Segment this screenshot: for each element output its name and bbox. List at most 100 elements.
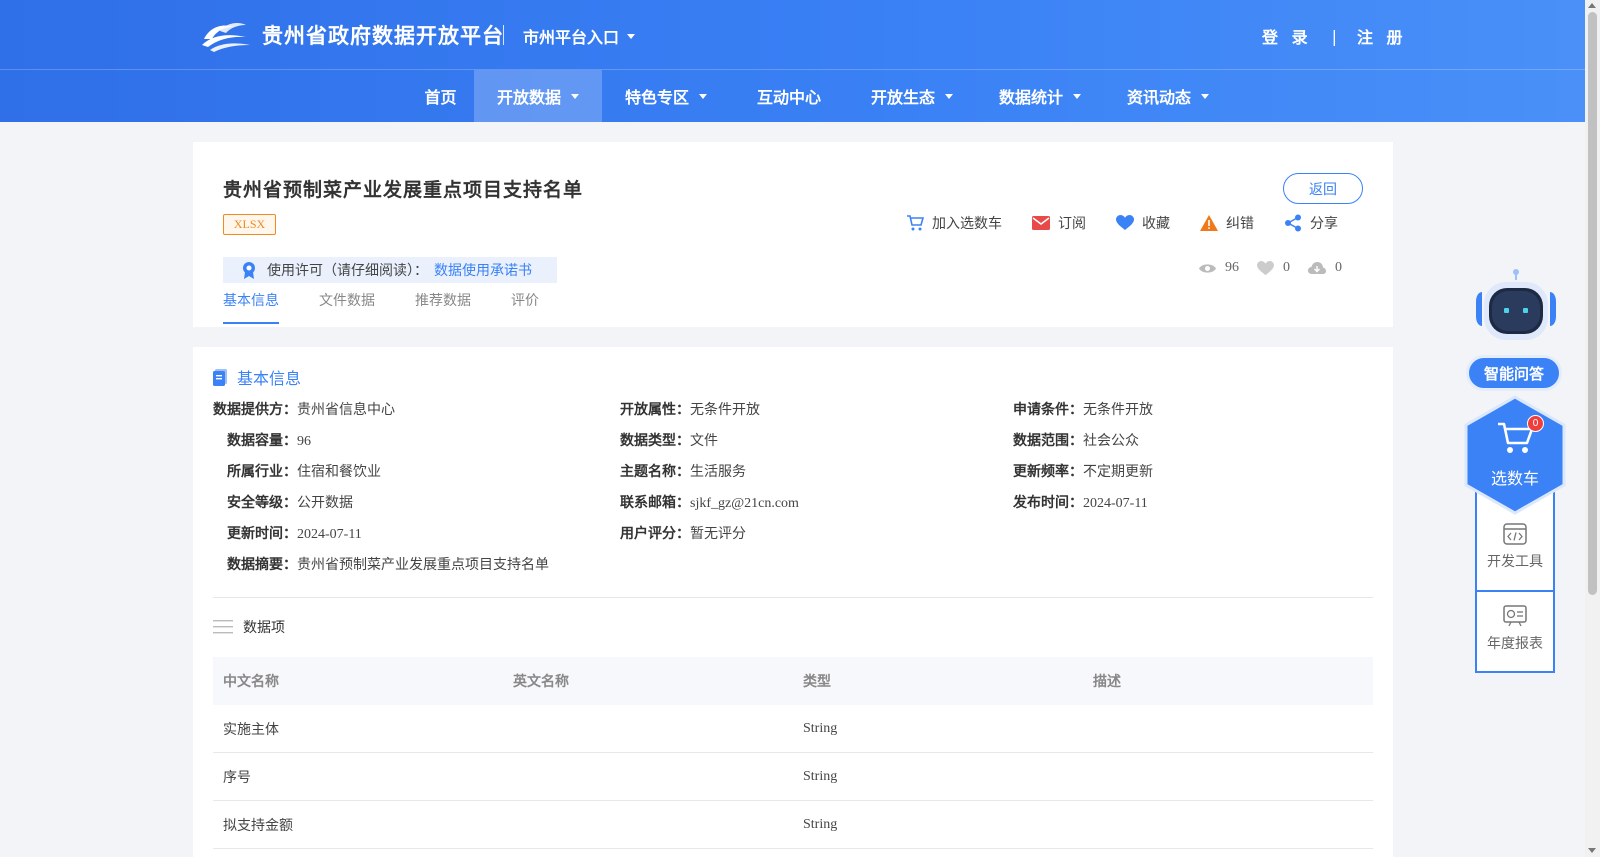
add-to-cart-button[interactable]: 加入选数车 — [906, 213, 1002, 233]
top-bar: 贵州省政府数据开放平台 市州平台入口 登 录 | 注 册 — [0, 0, 1585, 70]
scrollbar-thumb[interactable] — [1588, 12, 1597, 595]
tab-basic-info[interactable]: 基本信息 — [223, 290, 279, 324]
field-value: 贵州省信息中心 — [297, 402, 395, 418]
auth-separator: | — [1331, 26, 1337, 46]
field-label: 更新频率： — [1013, 464, 1083, 480]
tab-recommended[interactable]: 推荐数据 — [415, 290, 471, 324]
data-items-table: 中文名称 英文名称 类型 描述 实施主体 String 序号 String 拟支… — [213, 657, 1373, 849]
field-label: 数据摘要： — [227, 557, 297, 573]
site-title[interactable]: 贵州省政府数据开放平台 — [262, 20, 504, 50]
favorite-button[interactable]: 收藏 — [1116, 213, 1170, 233]
table-row: 序号 String — [213, 753, 1373, 801]
dev-tools-button[interactable]: 开发工具 — [1477, 523, 1553, 571]
field-label: 安全等级： — [227, 495, 297, 511]
dev-tools-label: 开发工具 — [1487, 554, 1543, 570]
nav-ecosystem[interactable]: 开放生态 — [848, 70, 976, 122]
nav-label: 互动中心 — [756, 88, 821, 107]
tab-file-data[interactable]: 文件数据 — [319, 290, 375, 324]
data-cart-button[interactable]: 0 选数车 — [1464, 395, 1566, 515]
column-header: 类型 — [803, 674, 831, 690]
license-link[interactable]: 数据使用承诺书 — [434, 260, 532, 280]
title-divider — [503, 25, 504, 45]
city-entry-label: 市州平台入口 — [523, 28, 620, 47]
cell-cn-name: 实施主体 — [223, 721, 279, 738]
field-rating: 用户评分：暂无评分 — [620, 523, 746, 543]
field-value: 96 — [297, 434, 311, 449]
view-count: 96 — [1199, 260, 1239, 276]
license-label: 使用许可（请仔细阅读）： — [267, 263, 428, 279]
login-link[interactable]: 登 录 — [1262, 24, 1312, 48]
like-count: 0 — [1257, 260, 1290, 276]
cart-icon — [907, 215, 924, 231]
chevron-down-icon — [627, 33, 636, 39]
field-label: 数据容量： — [227, 433, 297, 449]
site-header: 贵州省政府数据开放平台 市州平台入口 登 录 | 注 册 首页 开放数据 特色专… — [0, 0, 1585, 122]
register-link[interactable]: 注 册 — [1357, 24, 1407, 48]
field-value: 贵州省预制菜产业发展重点项目支持名单 — [297, 557, 549, 573]
annual-report-button[interactable]: 年度报表 — [1477, 605, 1553, 653]
dataset-header-card: 贵州省预制菜产业发展重点项目支持名单 XLSX 返回 加入选数车 订阅 收藏 纠… — [193, 142, 1393, 327]
nav-statistics[interactable]: 数据统计 — [976, 70, 1104, 122]
share-button[interactable]: 分享 — [1284, 213, 1338, 233]
field-value: 无条件开放 — [690, 402, 760, 418]
field-frequency: 更新频率：不定期更新 — [1013, 461, 1153, 481]
field-label: 申请条件： — [1013, 402, 1083, 418]
dataset-stats: 96 0 0 — [1199, 260, 1360, 276]
ai-qa-button[interactable]: 智能问答 — [1466, 355, 1562, 391]
city-platform-dropdown[interactable]: 市州平台入口 — [523, 24, 636, 48]
robot-assistant-icon[interactable] — [1468, 268, 1564, 356]
report-error-button[interactable]: 纠错 — [1200, 213, 1254, 233]
field-value: 2024-07-11 — [297, 527, 362, 542]
nav-label: 资讯动态 — [1126, 88, 1191, 107]
field-label: 更新时间： — [227, 526, 297, 542]
field-industry: 所属行业：住宿和餐饮业 — [227, 461, 381, 481]
back-button[interactable]: 返回 — [1283, 173, 1363, 204]
scroll-down-arrow-icon[interactable] — [1588, 848, 1596, 853]
award-icon — [243, 262, 255, 279]
platform-logo-icon — [202, 23, 250, 52]
field-capacity: 数据容量：96 — [227, 430, 311, 450]
code-icon — [1503, 523, 1527, 545]
field-value: 2024-07-11 — [1083, 496, 1148, 511]
section-divider — [213, 597, 1373, 598]
cell-cn-name: 序号 — [223, 769, 251, 786]
cell-type: String — [803, 768, 838, 784]
column-header: 中文名称 — [223, 674, 279, 690]
nav-news[interactable]: 资讯动态 — [1104, 70, 1232, 122]
download-count-value: 0 — [1335, 260, 1342, 275]
subscribe-button[interactable]: 订阅 — [1032, 213, 1086, 233]
field-publish-time: 发布时间：2024-07-11 — [1013, 492, 1148, 512]
chevron-down-icon — [1201, 93, 1209, 99]
field-label: 数据类型： — [620, 433, 690, 449]
field-label: 数据提供方： — [213, 402, 297, 418]
basic-info-card: 基本信息 数据提供方：贵州省信息中心 开放属性：无条件开放 申请条件：无条件开放… — [193, 347, 1393, 857]
download-count: 0 — [1308, 260, 1342, 276]
nav-label: 数据统计 — [998, 88, 1063, 107]
chevron-down-icon — [571, 93, 579, 99]
dataset-title: 贵州省预制菜产业发展重点项目支持名单 — [223, 179, 584, 201]
cart-hexagon-background — [1464, 395, 1566, 515]
report-error-label: 纠错 — [1226, 216, 1254, 232]
column-header: 英文名称 — [513, 674, 569, 690]
column-header: 描述 — [1093, 674, 1121, 690]
nav-open-data[interactable]: 开放数据 — [474, 70, 602, 122]
nav-special-zone[interactable]: 特色专区 — [602, 70, 730, 122]
scroll-up-arrow-icon[interactable] — [1588, 3, 1596, 8]
field-value: 不定期更新 — [1083, 464, 1153, 480]
field-open-attr: 开放属性：无条件开放 — [620, 399, 760, 419]
field-update-time: 更新时间：2024-07-11 — [227, 523, 362, 543]
detail-tabs: 基本信息 文件数据 推荐数据 评价 — [223, 290, 579, 324]
document-icon — [213, 368, 227, 386]
chevron-down-icon — [945, 93, 953, 99]
nav-interaction[interactable]: 互动中心 — [730, 70, 848, 122]
field-label: 联系邮箱： — [620, 495, 690, 511]
data-items-title: 数据项 — [243, 620, 285, 636]
field-label: 开放属性： — [620, 402, 690, 418]
heart-outline-icon — [1257, 260, 1274, 275]
field-value: 社会公众 — [1083, 433, 1139, 449]
field-value: 无条件开放 — [1083, 402, 1153, 418]
tab-rating[interactable]: 评价 — [511, 290, 539, 324]
heart-icon — [1116, 215, 1134, 230]
field-apply-cond: 申请条件：无条件开放 — [1013, 399, 1153, 419]
format-badge: XLSX — [223, 214, 276, 235]
